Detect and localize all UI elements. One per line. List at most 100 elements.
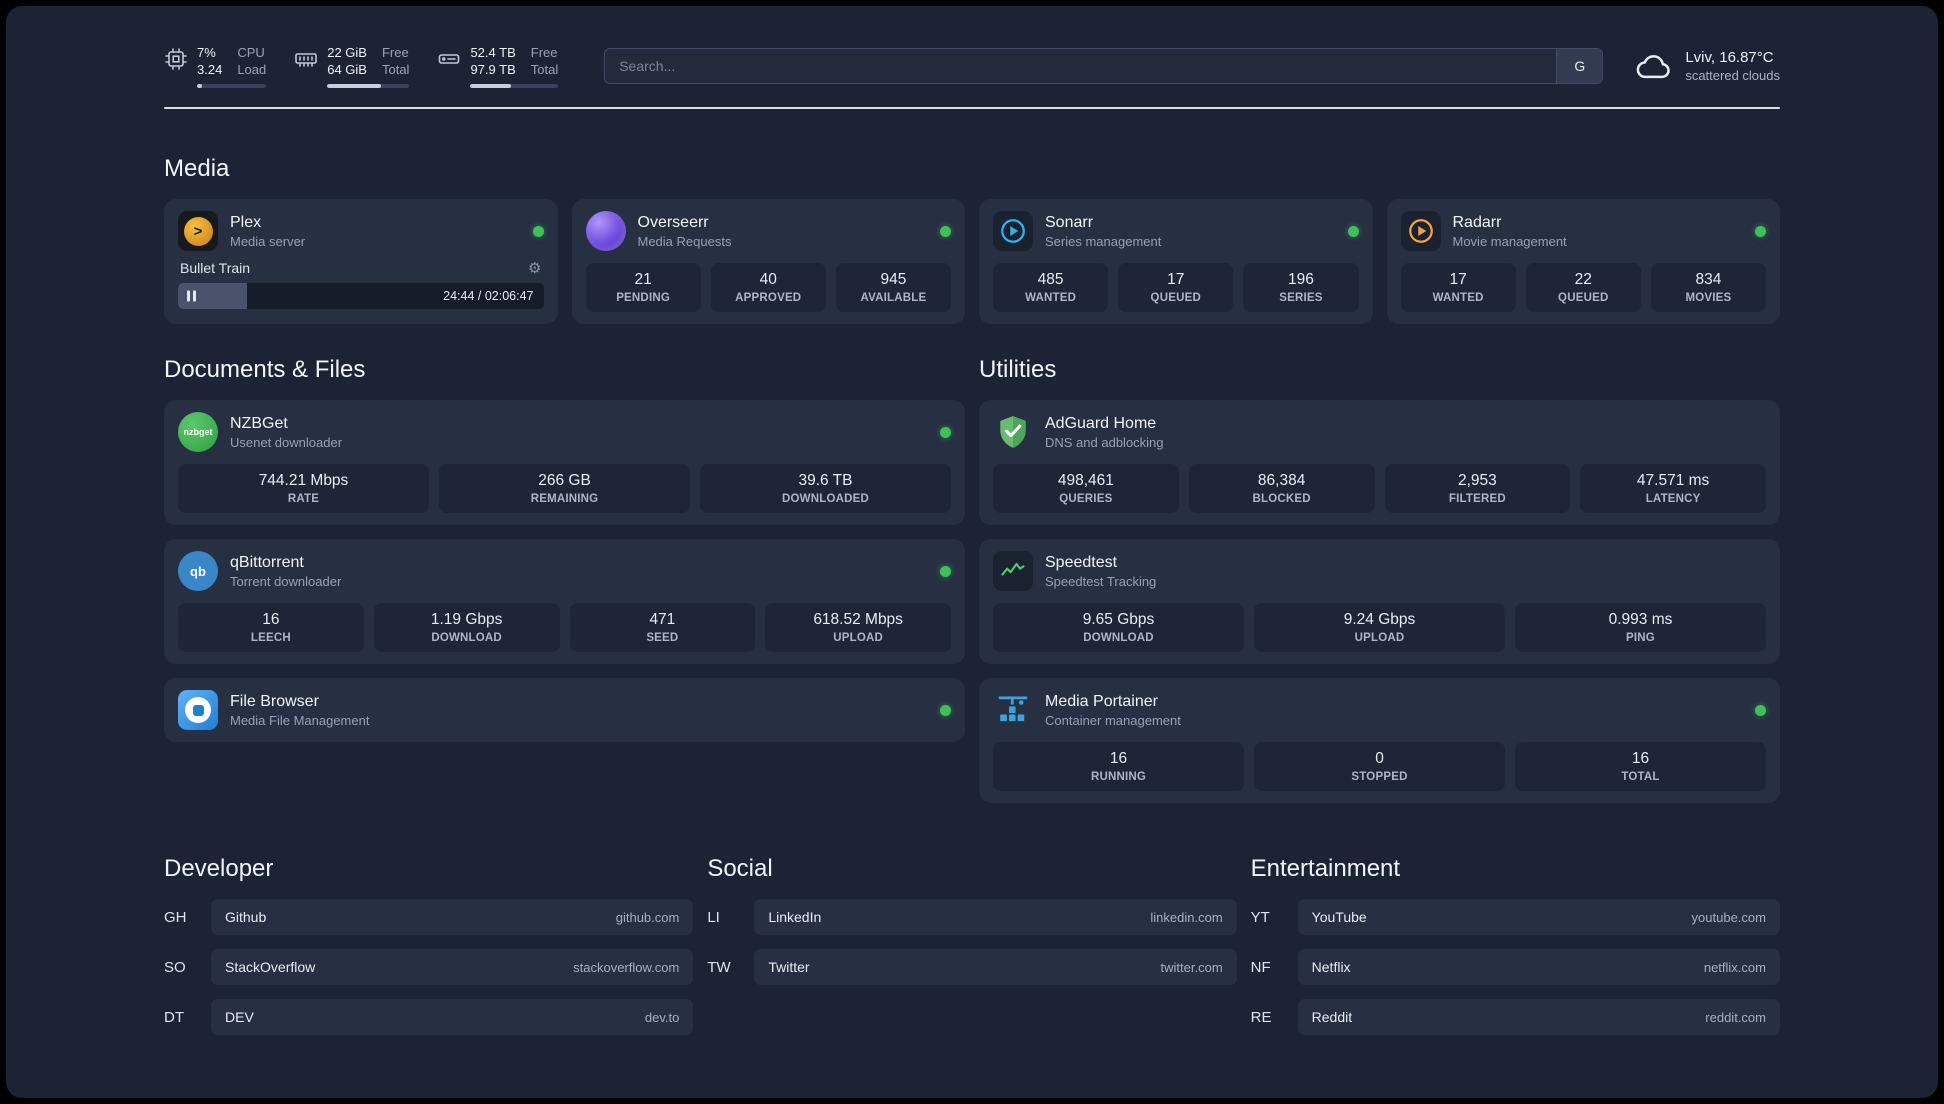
cpu-load-value: 3.24 [197,62,223,77]
now-playing-title: Bullet Train [180,260,251,276]
cloud-icon [1633,51,1673,81]
bookmark-twitter: TW Twitter twitter.com [707,949,1237,985]
stat-blocked: 86,384 BLOCKED [1188,464,1375,513]
bookmark-link-dev[interactable]: DEV dev.to [211,999,694,1035]
stat-label: LEECH [250,632,291,644]
stat-series: 196 SERIES [1243,263,1359,312]
weather-widget: Lviv, 16.87°C scattered clouds [1633,49,1780,83]
app-subtitle: Series management [1045,233,1162,249]
stat-value: 0.993 ms [1608,611,1673,628]
plex-card: > Plex Media server Bullet Train ⚙ 24:44… [164,199,558,324]
filebrowser-titles: File Browser Media File Management [230,693,928,728]
app-name: Radarr [1452,213,1502,231]
search-engine-button[interactable]: G [1556,49,1603,83]
nzbget-titles: NZBGet Usenet downloader [230,415,928,450]
stat-value: 485 [1037,271,1064,288]
plex-app-link[interactable]: > Plex Media server [178,211,544,251]
plex-progress-bar[interactable]: 24:44 / 02:06:47 [178,283,544,309]
section-title-developer: Developer [164,855,274,882]
adguard-icon [993,412,1033,452]
stat-value: 2,953 [1457,472,1497,489]
disk-icon [437,47,461,71]
cpu-label: CPU [237,45,265,60]
bookmark-url: dev.to [644,1009,680,1025]
nzbget-app-link[interactable]: nzbget NZBGet Usenet downloader [178,412,951,452]
radarr-card: Radarr Movie management 17 WANTED 22 QUE… [1386,199,1780,324]
stat-wanted: 17 WANTED [1400,263,1516,312]
stat-label: DOWNLOAD [431,632,502,644]
radarr-app-link[interactable]: Radarr Movie management [1400,211,1766,251]
stat-label: QUERIES [1059,493,1113,505]
bookmark-url: youtube.com [1691,909,1766,925]
stat-movies: 834 MOVIES [1650,263,1767,312]
bookmark-link-linkedin[interactable]: LinkedIn linkedin.com [754,899,1237,935]
stat-label: TOTAL [1621,771,1660,783]
overseerr-app-link[interactable]: Overseerr Media Requests [585,211,951,251]
bookmark-link-stackoverflow[interactable]: StackOverflow stackoverflow.com [211,949,694,985]
ram-widget: 22 GiB 64 GiB Free Total [294,44,410,88]
radarr-stats: 17 WANTED 22 QUEUED 834 MOVIES [1400,263,1767,312]
search-bar: G [604,48,1604,84]
stat-label: AVAILABLE [860,292,927,304]
stat-label: UPLOAD [1354,632,1405,644]
stat-value: 17 [1449,271,1467,288]
cpu-load-label: Load [237,62,267,77]
app-name: File Browser [230,692,319,710]
stat-queries: 498,461 QUERIES [993,464,1179,513]
cpu-icon [164,47,188,71]
stat-value: 266 GB [538,472,591,489]
speedtest-card: Speedtest Speedtest Tracking 9.65 Gbps D… [979,539,1780,664]
stat-value: 9.24 Gbps [1343,611,1416,628]
bookmark-abbr: GH [164,908,187,926]
stat-value: 16 [262,611,280,628]
stat-queued: 17 QUEUED [1118,263,1234,312]
bookmark-link-github[interactable]: Github github.com [211,899,694,935]
ram-progress-bar [327,84,410,88]
app-name: Plex [230,213,262,231]
stat-value: 40 [759,271,777,288]
filebrowser-icon [178,690,218,730]
portainer-app-link[interactable]: Media Portainer Container management [993,690,1766,730]
bookmark-name: Github [225,909,267,925]
status-dot [1347,225,1359,237]
bookmark-url: github.com [615,909,680,925]
stat-label: APPROVED [735,292,802,304]
gear-icon[interactable]: ⚙ [528,261,541,276]
stat-label: RUNNING [1090,771,1147,783]
bookmark-linkedin: LI LinkedIn linkedin.com [707,899,1237,935]
media-grid: > Plex Media server Bullet Train ⚙ 24:44… [164,199,1780,324]
bookmark-name: DEV [225,1009,254,1025]
adguard-app-link[interactable]: AdGuard Home DNS and adblocking [993,412,1766,452]
middle-grid: Documents & Files nzbget NZBGet Usenet d… [164,356,1780,803]
section-developer: Developer GH Github github.com SO StackO… [164,855,694,1035]
bookmark-link-reddit[interactable]: Reddit reddit.com [1297,999,1780,1035]
sonarr-app-link[interactable]: Sonarr Series management [993,211,1359,251]
app-name: Speedtest [1045,553,1118,571]
stat-value: 618.52 Mbps [813,611,903,628]
ram-total-value: 64 GiB [327,62,367,77]
search-input[interactable] [605,49,1557,83]
bookmark-link-youtube[interactable]: YouTube youtube.com [1297,899,1780,935]
section-title-media: Media [164,155,230,182]
cpu-widget: 7% 3.24 CPU Load [164,44,267,88]
bookmark-abbr: LI [707,908,720,926]
stat-label: WANTED [1025,292,1077,304]
portainer-icon [993,690,1033,730]
filebrowser-app-link[interactable]: File Browser Media File Management [178,690,951,730]
pause-icon[interactable] [187,290,196,302]
app-name: NZBGet [230,414,288,432]
ram-total-label: Total [381,62,410,77]
bookmark-link-netflix[interactable]: Netflix netflix.com [1297,949,1780,985]
section-title-social: Social [707,855,773,882]
nzbget-icon: nzbget [178,412,218,452]
stat-value: 17 [1167,271,1185,288]
adguard-titles: AdGuard Home DNS and adblocking [1045,415,1766,450]
disk-widget: 52.4 TB 97.9 TB Free Total [437,44,559,88]
app-subtitle: Media server [230,233,306,249]
speedtest-app-link[interactable]: Speedtest Speedtest Tracking [993,551,1766,591]
qbittorrent-app-link[interactable]: qb qBittorrent Torrent downloader [178,551,951,591]
bookmark-link-twitter[interactable]: Twitter twitter.com [754,949,1237,985]
radarr-titles: Radarr Movie management [1453,214,1744,249]
stat-available: 945 AVAILABLE [835,263,952,312]
nzbget-stats: 744.21 Mbps RATE 266 GB REMAINING 39.6 T… [178,464,951,513]
